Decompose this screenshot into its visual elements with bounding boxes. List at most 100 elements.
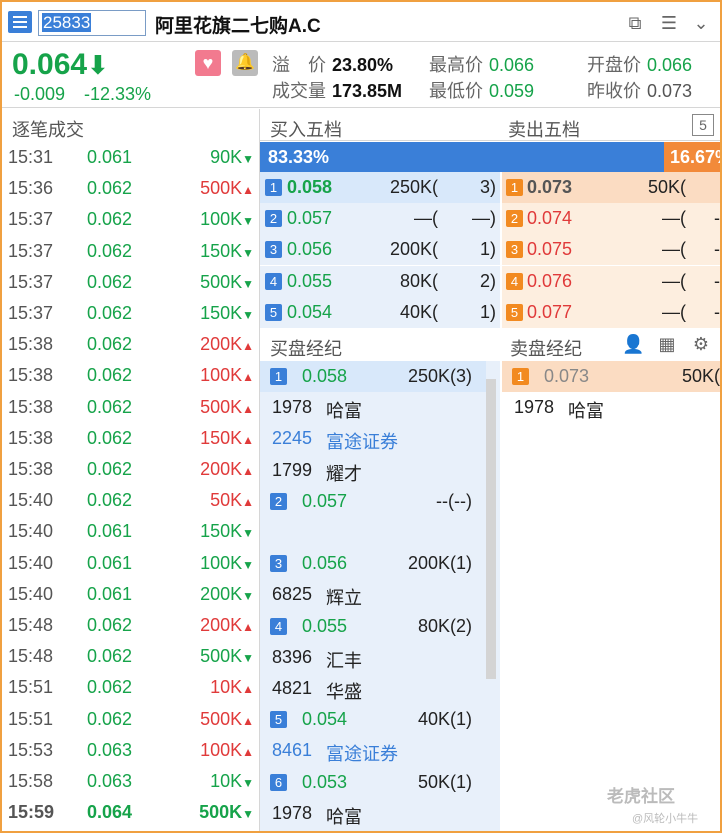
broker-row[interactable]: 2245 富途证券 [260, 423, 486, 454]
trade-price: 0.062 [87, 240, 133, 261]
broker-row[interactable]: 8396 汇丰 [260, 642, 486, 673]
broker-level-row[interactable]: 4 0.055 80K(2) [260, 611, 486, 642]
heart-icon[interactable]: ♥ [195, 50, 221, 76]
trade-volume: 500K▲ [200, 178, 254, 199]
trade-row: 15:38 0.062 200K▲ [2, 329, 258, 360]
broker-level-volume: --(--) [436, 490, 472, 511]
bid-volume: —( [414, 208, 438, 229]
trade-volume: 100K▼ [200, 552, 254, 573]
bid-level[interactable]: 4 0.055 80K(2) [260, 265, 500, 297]
settings-sliders-icon[interactable]: ☰ [658, 12, 680, 34]
broker-row[interactable]: 1978 哈富 [502, 392, 720, 423]
trade-time: 15:31 [8, 147, 54, 167]
bid-level[interactable]: 1 0.058 250K(3) [260, 172, 500, 203]
trade-price: 0.061 [87, 521, 133, 542]
trade-volume: 10K▼ [210, 771, 254, 791]
ask-count: - [714, 239, 720, 260]
trade-row: 15:40 0.061 100K▼ [2, 548, 258, 579]
level-number: 1 [506, 179, 523, 196]
level-number: 2 [265, 210, 282, 228]
trade-volume: 500K▼ [200, 646, 254, 667]
broker-level-row[interactable]: 3 0.056 200K(1) [260, 548, 486, 579]
ask-level[interactable]: 1 0.073 50K( [502, 172, 720, 203]
trade-volume: 500K▲ [200, 396, 254, 417]
ask-level[interactable]: 5 0.077 —(- [502, 296, 720, 328]
stat-volume: 成交量 173.85M [272, 81, 403, 101]
trade-price: 0.061 [87, 147, 133, 167]
triangle-down-icon: ▼ [242, 651, 254, 666]
stat-high: 最高价 0.066 [429, 55, 535, 75]
arrow-down-icon: ⬇ [87, 50, 109, 80]
broker-row[interactable]: 1978 哈富 [260, 798, 486, 829]
bid-volume: 200K( [389, 239, 438, 260]
bid-price: 0.057 [287, 208, 333, 229]
broker-level-price: 0.054 [302, 709, 348, 730]
trade-volume: 500K▼ [199, 802, 254, 823]
broker-row[interactable]: 4821 华盛 [260, 673, 486, 704]
trade-row: 15:51 0.062 10K▲ [2, 672, 258, 703]
trade-row: 15:38 0.062 200K▲ [2, 454, 258, 485]
bid-level[interactable]: 3 0.056 200K(1) [260, 234, 500, 266]
triangle-down-icon: ▼ [242, 776, 254, 790]
trade-row: 15:48 0.062 200K▲ [2, 610, 258, 641]
broker-level-price: 0.055 [302, 615, 348, 636]
broker-scrollbar[interactable] [486, 379, 496, 679]
broker-level-row[interactable]: 6 0.053 50K(1) [260, 767, 486, 798]
broker-name: 华盛 [326, 682, 362, 702]
triangle-up-icon: ▲ [242, 370, 254, 385]
level-number: 2 [506, 210, 523, 228]
order-book: 买入五档 卖出五档 5 83.33% 16.67% 10.058250K(3)2… [260, 109, 720, 331]
stock-name: 阿里花旗二七购A.C [155, 16, 321, 37]
broker-name: 汇丰 [326, 650, 362, 671]
broker-level-row[interactable]: 1 0.073 50K( [502, 361, 720, 392]
broker-level-row[interactable]: 1 0.058 250K(3) [260, 361, 486, 392]
trade-row: 15:58 0.063 10K▼ [2, 766, 258, 797]
trade-price: 0.061 [87, 552, 133, 573]
trade-row: 15:37 0.062 100K▼ [2, 204, 258, 235]
broker-row[interactable]: 8461 富途证券 [260, 735, 486, 766]
stock-code-input[interactable]: 25833 [38, 10, 146, 36]
trade-time: 15:36 [8, 178, 54, 199]
trade-time: 15:37 [8, 209, 54, 230]
bell-icon[interactable]: 🔔 [232, 50, 258, 76]
ask-level[interactable]: 2 0.074 —(- [502, 203, 720, 235]
bid-volume: 250K( [389, 177, 438, 197]
user-icon[interactable]: 👤 [622, 333, 644, 355]
trade-time: 15:38 [8, 427, 54, 448]
ask-level[interactable]: 3 0.075 —(- [502, 234, 720, 266]
grid-icon[interactable]: ▦ [656, 333, 678, 355]
title-bar: 25833 阿里花旗二七购A.C ⧉ ☰ ⌄ [2, 2, 720, 42]
level-number: 6 [270, 773, 287, 791]
buy-brokers-title: 买盘经纪 [270, 339, 342, 359]
trade-list[interactable]: 逐笔成交 15:31 0.061 90K▼ 15:36 0.062 500K▲ 15:37 0… [2, 109, 260, 831]
broker-row[interactable]: 1799 耀才 [260, 455, 486, 486]
chevron-down-icon[interactable]: ⌄ [690, 12, 712, 34]
broker-row[interactable]: 6825 辉立 [260, 579, 486, 610]
bid-level[interactable]: 5 0.054 40K(1) [260, 296, 500, 328]
bid-price: 0.058 [287, 177, 333, 197]
trade-volume: 100K▼ [200, 209, 254, 230]
trade-volume: 150K▼ [200, 240, 254, 261]
level-count-button[interactable]: 5 [692, 114, 714, 136]
broker-row[interactable]: 1978 哈富 [260, 392, 486, 423]
gear-icon[interactable]: ⚙ [690, 333, 712, 355]
stat-low: 最低价 0.059 [429, 81, 535, 101]
level-number: 1 [270, 368, 287, 385]
trade-row: 15:40 0.061 200K▼ [2, 579, 258, 610]
level-number: 2 [270, 492, 287, 510]
ask-count: - [714, 208, 720, 229]
menu-icon[interactable] [8, 11, 32, 33]
broker-level-row[interactable]: 5 0.054 40K(1) [260, 704, 486, 735]
watermark-user: @风轮小牛牛 [632, 813, 699, 825]
popout-icon[interactable]: ⧉ [624, 12, 646, 34]
ask-count: - [714, 270, 720, 291]
bid-level[interactable]: 2 0.057 —(—) [260, 203, 500, 235]
broker-level-row[interactable]: 2 0.057 --(--) [260, 486, 486, 517]
triangle-down-icon: ▼ [242, 152, 254, 166]
triangle-down-icon: ▼ [242, 276, 254, 291]
bid-volume: 80K( [399, 270, 438, 291]
ask-level[interactable]: 4 0.076 —(- [502, 265, 720, 297]
triangle-up-icon: ▲ [242, 682, 254, 697]
broker-id: 1978 [272, 802, 313, 823]
broker-name: 哈富 [568, 401, 604, 422]
